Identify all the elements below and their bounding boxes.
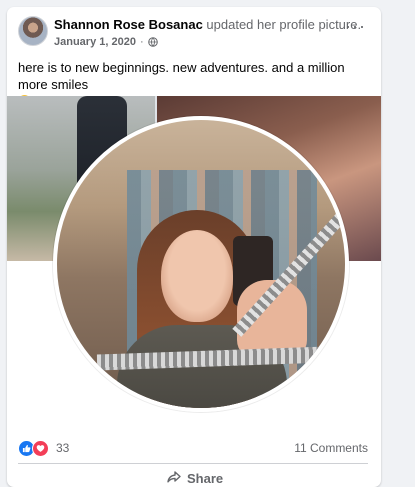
more-options-button[interactable]: ··· [345, 17, 366, 35]
reactions-bar: 33 11 Comments [18, 439, 368, 457]
post-meta: January 1, 2020 · [54, 36, 158, 48]
share-arrow-icon [167, 471, 181, 486]
author-avatar[interactable] [18, 16, 48, 46]
comments-count-link[interactable]: 11 Comments [294, 441, 368, 455]
share-label: Share [187, 471, 224, 486]
love-icon[interactable] [32, 439, 49, 457]
post-action-text: updated her profile picture. [202, 17, 362, 32]
person-face [161, 230, 233, 322]
profile-picture[interactable] [53, 116, 349, 412]
post-text-content: here is to new beginnings. new adventure… [18, 60, 345, 92]
post-header: Shannon Rose Bosanac updated her profile… [54, 17, 361, 32]
actions-divider [18, 463, 368, 464]
share-button[interactable]: Share [167, 471, 223, 486]
post-date[interactable]: January 1, 2020 [54, 36, 136, 48]
post-card: Shannon Rose Bosanac updated her profile… [7, 7, 381, 487]
author-name[interactable]: Shannon Rose Bosanac [54, 17, 203, 32]
globe-icon[interactable] [147, 37, 158, 47]
meta-separator: · [139, 36, 144, 48]
reaction-count[interactable]: 33 [56, 441, 69, 455]
